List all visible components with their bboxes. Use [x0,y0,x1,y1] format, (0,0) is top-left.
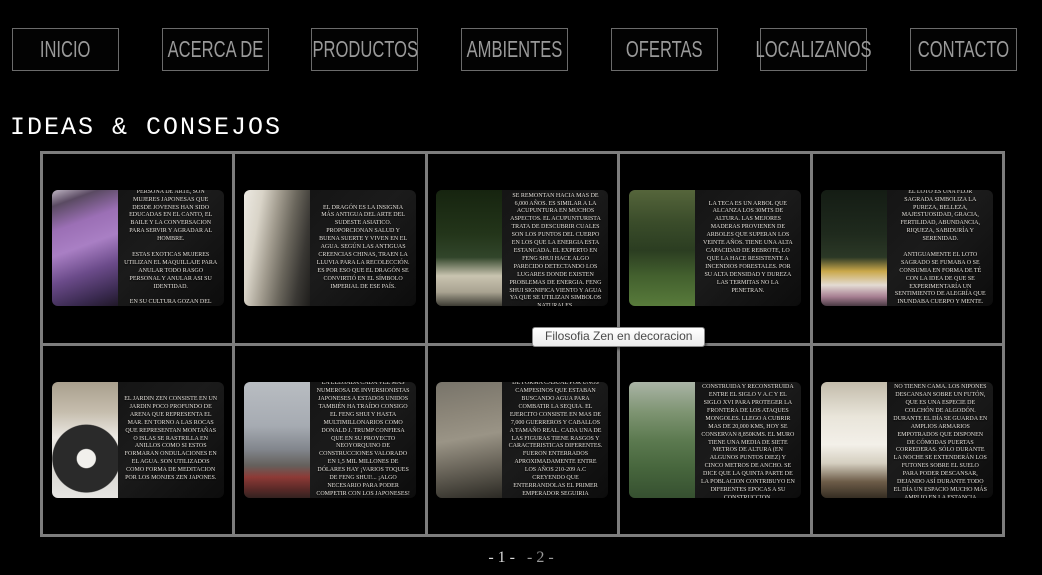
card-geishas-text: LAS GEISHAS, QUE SIGNIFICA PERSONA DE AR… [124,190,218,306]
nav-inicio-label: INICIO [40,36,91,63]
shanghai-tower-image [244,382,310,498]
card-teca-slide: LA TECA ES UN ARBOL QUE ALCANZA LOS 30MT… [629,190,801,306]
nav-acerca-de-label: ACERCA DE [167,36,263,63]
card-guerreros-xian-text: LOS GUERREROS DE XIAN FUERON DESCUBIERTO… [508,382,602,498]
card-guerreros-xian-slide: LOS GUERREROS DE XIAN FUERON DESCUBIERTO… [436,382,608,498]
nav-ofertas[interactable]: OFERTAS [611,28,718,71]
nav-ambientes[interactable]: AMBIENTES [461,28,568,71]
nav-productos[interactable]: PRODUCTOS [311,28,418,71]
card-dragon-text: EL DRAGÓN ES LA INSIGNIA MÁS ANTIGUA DEL… [316,205,410,292]
zen-sand-bowl-image [52,382,118,498]
pagination: - 1 - - 2 - [0,549,1042,567]
main-nav: INICIO ACERCA DE PRODUCTOS AMBIENTES OFE… [12,28,1017,71]
card-gran-muralla-slide: LA GRAN MURALLA CHINA FUE CONSTRUIDA Y R… [629,382,801,498]
nav-ofertas-label: OFERTAS [626,36,703,63]
card-habitaciones-slide: LAS HABITACIONES JAPONESAS NO TIENEN CAM… [821,382,993,498]
page-link-1[interactable]: - 1 - [488,549,515,566]
great-wall-image [629,382,695,498]
nav-inicio[interactable]: INICIO [12,28,119,71]
nav-productos-label: PRODUCTOS [312,36,418,63]
card-feng-shui-slide: LOS ORIGENES DEL FENG SHUI SE REMONTAN H… [436,190,608,306]
card-inversionistas-slide: LA LLEGADA CADA VEZ MÁS NUMEROSA DE INVE… [244,382,416,498]
card-jardin-zen-text: EL JARDIN ZEN CONSISTE EN UN JARDIN POCO… [124,396,218,483]
card-gran-muralla-text: LA GRAN MURALLA CHINA FUE CONSTRUIDA Y R… [701,382,795,498]
nav-localizanos[interactable]: LOCALIZANOS [760,28,867,71]
card-habitaciones-text: LAS HABITACIONES JAPONESAS NO TIENEN CAM… [893,382,987,498]
card-habitaciones[interactable]: LAS HABITACIONES JAPONESAS NO TIENEN CAM… [813,346,1002,535]
nav-localizanos-label: LOCALIZANOS [756,36,872,63]
zen-garden-furniture-image [436,190,502,306]
nav-contacto-label: CONTACTO [918,36,1009,63]
ideas-grid: LAS GEISHAS, QUE SIGNIFICA PERSONA DE AR… [40,151,1005,537]
card-loto-slide: EL LOTO ES UNA FLOR SAGRADA SIMBOLIZA LA… [821,190,993,306]
card-geishas[interactable]: LAS GEISHAS, QUE SIGNIFICA PERSONA DE AR… [43,154,232,343]
card-teca[interactable]: LA TECA ES UN ARBOL QUE ALCANZA LOS 30MT… [620,154,809,343]
card-jardin-zen-slide: EL JARDIN ZEN CONSISTE EN UN JARDIN POCO… [52,382,224,498]
hover-tooltip: Filosofia Zen en decoracion [532,327,705,347]
card-inversionistas[interactable]: LA LLEGADA CADA VEZ MÁS NUMEROSA DE INVE… [235,346,424,535]
teak-forest-image [629,190,695,306]
card-inversionistas-text: LA LLEGADA CADA VEZ MÁS NUMEROSA DE INVE… [316,382,410,498]
card-loto[interactable]: EL LOTO ES UNA FLOR SAGRADA SIMBOLIZA LA… [813,154,1002,343]
terracotta-warriors-image [436,382,502,498]
buddha-lotus-image [821,190,887,306]
nav-contacto[interactable]: CONTACTO [910,28,1017,71]
card-feng-shui[interactable]: LOS ORIGENES DEL FENG SHUI SE REMONTAN H… [428,154,617,343]
card-geishas-slide: LAS GEISHAS, QUE SIGNIFICA PERSONA DE AR… [52,190,224,306]
card-loto-text: EL LOTO ES UNA FLOR SAGRADA SIMBOLIZA LA… [893,190,987,306]
card-gran-muralla[interactable]: LA GRAN MURALLA CHINA FUE CONSTRUIDA Y R… [620,346,809,535]
nav-acerca-de[interactable]: ACERCA DE [162,28,269,71]
card-feng-shui-text: LOS ORIGENES DEL FENG SHUI SE REMONTAN H… [508,190,602,306]
asian-statue-image [244,190,310,306]
card-teca-text: LA TECA ES UN ARBOL QUE ALCANZA LOS 30MT… [701,201,795,296]
card-dragon-slide: EL DRAGÓN ES LA INSIGNIA MÁS ANTIGUA DEL… [244,190,416,306]
page-link-2[interactable]: - 2 - [527,549,554,566]
card-jardin-zen[interactable]: EL JARDIN ZEN CONSISTE EN UN JARDIN POCO… [43,346,232,535]
page-title: IDEAS & CONSEJOS [10,113,1042,142]
card-dragon[interactable]: EL DRAGÓN ES LA INSIGNIA MÁS ANTIGUA DEL… [235,154,424,343]
japanese-futon-room-image [821,382,887,498]
nav-ambientes-label: AMBIENTES [467,36,563,63]
card-guerreros-xian[interactable]: LOS GUERREROS DE XIAN FUERON DESCUBIERTO… [428,346,617,535]
geisha-portrait-image [52,190,118,306]
